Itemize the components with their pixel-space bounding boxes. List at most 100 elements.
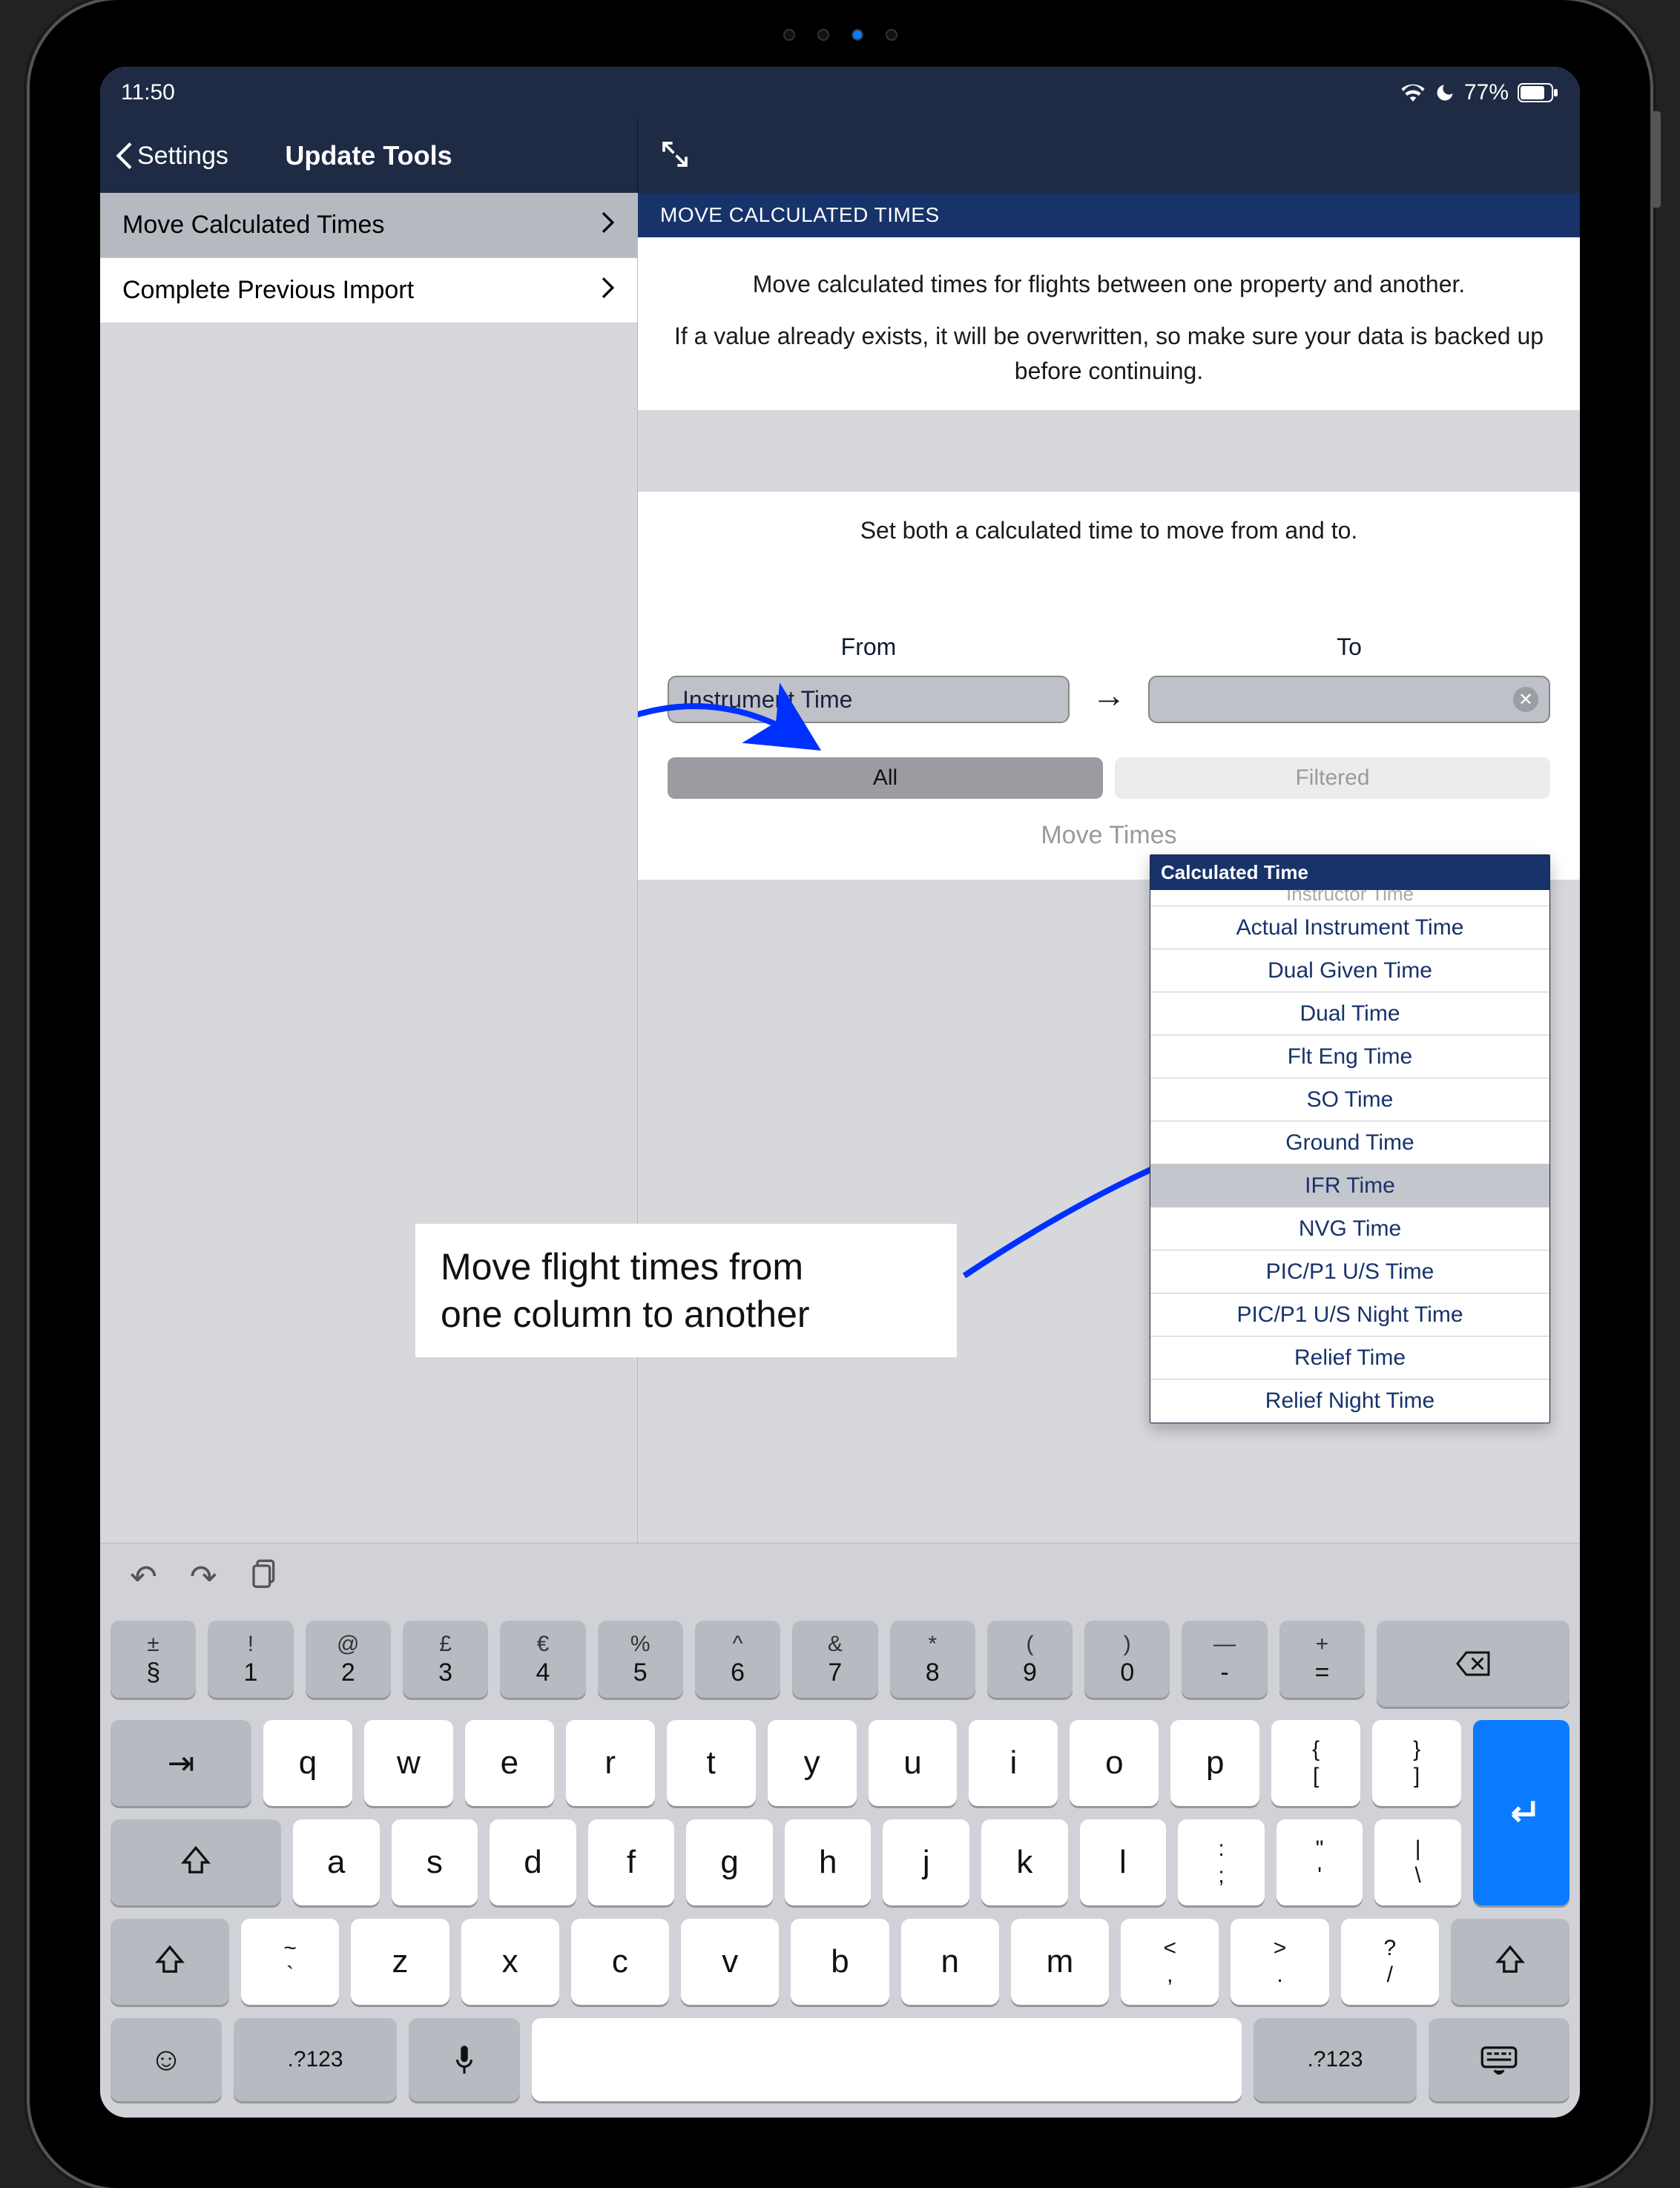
ipad-side-button [1650, 111, 1661, 208]
from-input[interactable]: Instrument Time [668, 676, 1070, 723]
sidebar-item-complete-previous-import[interactable]: Complete Previous Import [100, 258, 637, 323]
dropdown-item[interactable]: Relief Night Time [1150, 1380, 1549, 1423]
key-caps[interactable] [111, 1819, 281, 1905]
dropdown-item[interactable]: Dual Time [1150, 992, 1549, 1035]
description-panel: Move calculated times for flights betwee… [638, 237, 1580, 410]
key-c[interactable]: c [571, 1919, 669, 2005]
key-h[interactable]: h [785, 1819, 872, 1905]
key-7[interactable]: &7 [792, 1621, 877, 1698]
from-label: From [841, 633, 897, 661]
key-s[interactable]: s [392, 1819, 478, 1905]
key-x[interactable]: x [461, 1919, 559, 2005]
annotation-callout: Move flight times from one column to ano… [415, 1224, 957, 1357]
key-k[interactable]: k [981, 1819, 1068, 1905]
key-p[interactable]: p [1170, 1720, 1259, 1806]
key-l[interactable]: l [1080, 1819, 1167, 1905]
key-1[interactable]: !1 [208, 1621, 293, 1698]
key-backspace[interactable] [1377, 1621, 1569, 1707]
key-q[interactable]: q [263, 1720, 352, 1806]
key-][interactable]: }] [1372, 1720, 1461, 1806]
key-r[interactable]: r [566, 1720, 655, 1806]
key-n[interactable]: n [901, 1919, 999, 2005]
expand-icon[interactable] [660, 139, 690, 173]
key-i[interactable]: i [969, 1720, 1058, 1806]
key-v[interactable]: v [681, 1919, 779, 2005]
key-numeric-left[interactable]: .?123 [234, 2018, 397, 2101]
key-punct[interactable]: :; [1178, 1819, 1265, 1905]
key-b[interactable]: b [791, 1919, 889, 2005]
key-shift-left[interactable] [111, 1919, 229, 2005]
key-o[interactable]: o [1070, 1720, 1159, 1806]
key-4[interactable]: €4 [500, 1621, 585, 1698]
key-9[interactable]: (9 [987, 1621, 1073, 1698]
undo-icon[interactable]: ↶ [130, 1558, 157, 1596]
dropdown-item[interactable]: PIC/P1 U/S Night Time [1150, 1294, 1549, 1337]
key-d[interactable]: d [490, 1819, 576, 1905]
battery-icon [1518, 83, 1559, 102]
key-punct[interactable]: "' [1277, 1819, 1363, 1905]
annotation-line-2: one column to another [441, 1291, 932, 1338]
key-g[interactable]: g [686, 1819, 773, 1905]
key-m[interactable]: m [1011, 1919, 1109, 2005]
redo-icon[interactable]: ↷ [190, 1558, 217, 1596]
dropdown-item[interactable]: Flt Eng Time [1150, 1035, 1549, 1078]
key-tab[interactable]: ⇥ [111, 1720, 251, 1806]
camera-notch [722, 25, 959, 45]
key-t[interactable]: t [667, 1720, 756, 1806]
clear-icon[interactable]: ✕ [1513, 687, 1538, 712]
move-times-button[interactable]: Move Times [1041, 821, 1176, 849]
key-3[interactable]: £3 [403, 1621, 488, 1698]
key-5[interactable]: %5 [598, 1621, 683, 1698]
segment-filtered[interactable]: Filtered [1115, 757, 1550, 799]
back-button[interactable]: Settings [115, 142, 228, 171]
key-e[interactable]: e [465, 1720, 554, 1806]
key-y[interactable]: y [768, 1720, 857, 1806]
key--[interactable]: —- [1182, 1621, 1267, 1698]
key-emoji[interactable]: ☺ [111, 2018, 222, 2101]
key-dismiss-keyboard[interactable] [1429, 2018, 1569, 2101]
key-f[interactable]: f [588, 1819, 675, 1905]
key-punct[interactable]: ?/ [1341, 1919, 1439, 2005]
dropdown-item[interactable]: Ground Time [1150, 1121, 1549, 1164]
key-a[interactable]: a [293, 1819, 380, 1905]
dropdown-item[interactable]: NVG Time [1150, 1207, 1549, 1250]
dropdown-item[interactable]: Actual Instrument Time [1150, 906, 1549, 949]
key-z[interactable]: z [351, 1919, 449, 2005]
clipboard-icon[interactable] [250, 1557, 280, 1598]
segment-all[interactable]: All [668, 757, 1103, 799]
key-§[interactable]: ±§ [111, 1621, 196, 1698]
key-punct[interactable]: |\ [1374, 1819, 1461, 1905]
key-6[interactable]: ^6 [695, 1621, 780, 1698]
dropdown-item[interactable]: SO Time [1150, 1078, 1549, 1121]
key-punct[interactable]: <, [1121, 1919, 1219, 2005]
detail-nav-bar [638, 119, 1580, 193]
key-dictation[interactable] [409, 2018, 520, 2101]
dropdown-item[interactable]: Relief Time [1150, 1337, 1549, 1380]
sidebar-item-move-calculated-times[interactable]: Move Calculated Times [100, 193, 637, 258]
key-=[interactable]: += [1279, 1621, 1365, 1698]
key-8[interactable]: *8 [890, 1621, 975, 1698]
key-backtick[interactable]: ~` [241, 1919, 339, 2005]
sidebar-nav-bar: Settings Update Tools [100, 119, 638, 193]
key-w[interactable]: w [364, 1720, 453, 1806]
key-u[interactable]: u [869, 1720, 958, 1806]
description-2: If a value already exists, it will be ov… [660, 319, 1558, 388]
dropdown-item[interactable]: Dual Given Time [1150, 949, 1549, 992]
key-2[interactable]: @2 [306, 1621, 391, 1698]
key-shift-right[interactable] [1451, 1919, 1569, 2005]
key-j[interactable]: j [883, 1819, 969, 1905]
key-punct[interactable]: >. [1231, 1919, 1328, 2005]
key-return[interactable] [1473, 1720, 1569, 1905]
dropdown-item-partial[interactable]: Instructor Time [1150, 890, 1549, 906]
dropdown-header: Calculated Time [1150, 855, 1549, 890]
key-0[interactable]: )0 [1084, 1621, 1170, 1698]
to-input[interactable]: ✕ [1148, 676, 1550, 723]
key-numeric-right[interactable]: .?123 [1254, 2018, 1417, 2101]
calculated-time-dropdown: Calculated Time Instructor Time Actual I… [1150, 854, 1550, 1423]
chevron-right-icon [602, 211, 615, 240]
key-[[interactable]: {[ [1271, 1720, 1360, 1806]
status-time: 11:50 [121, 80, 175, 105]
dropdown-item[interactable]: IFR Time [1150, 1164, 1549, 1207]
dropdown-item[interactable]: PIC/P1 U/S Time [1150, 1250, 1549, 1294]
key-space[interactable] [532, 2018, 1242, 2101]
